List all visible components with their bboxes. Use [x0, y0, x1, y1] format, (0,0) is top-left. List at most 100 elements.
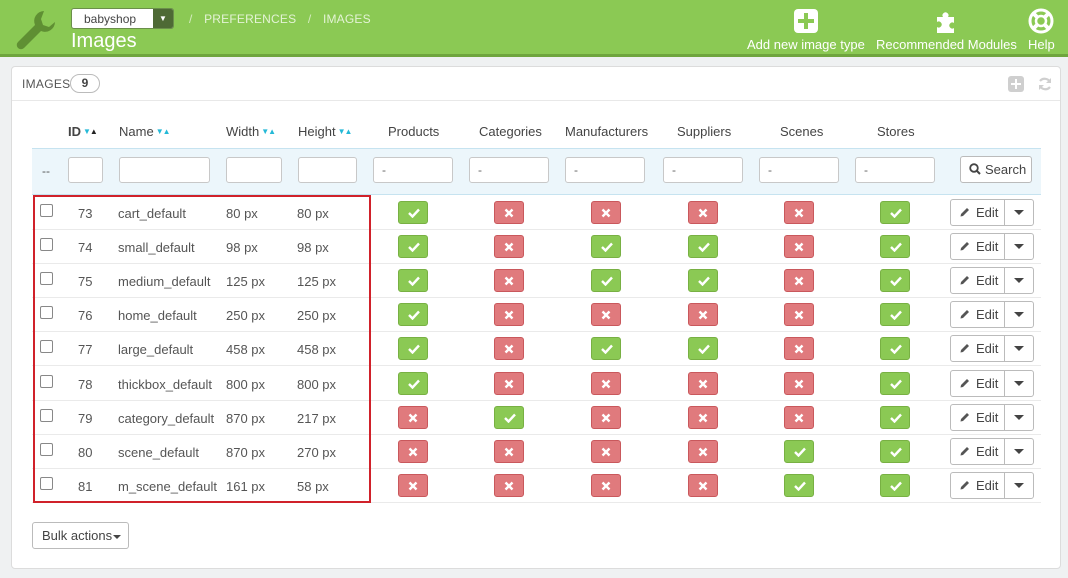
edit-button[interactable]: Edit	[951, 302, 1005, 328]
stores-enabled-icon[interactable]	[880, 269, 910, 293]
row-actions-dropdown[interactable]	[1005, 405, 1033, 430]
products-disabled-icon[interactable]	[398, 405, 428, 429]
edit-button[interactable]: Edit	[951, 438, 1005, 464]
products-enabled-icon[interactable]	[398, 337, 428, 361]
column-header-id[interactable]: ID ▼▲	[68, 124, 98, 139]
manufacturers-enabled-icon[interactable]	[591, 269, 621, 293]
products-enabled-icon[interactable]	[398, 371, 428, 395]
row-checkbox[interactable]	[40, 204, 53, 217]
add-new-image-type-button[interactable]: Add new image type	[747, 8, 865, 52]
manufacturers-disabled-icon[interactable]	[591, 303, 621, 327]
edit-button[interactable]: Edit	[951, 472, 1005, 498]
suppliers-disabled-icon[interactable]	[688, 201, 718, 224]
categories-disabled-icon[interactable]	[494, 473, 524, 497]
shop-select[interactable]: babyshop ▼	[71, 8, 174, 29]
scenes-enabled-icon[interactable]	[784, 439, 814, 463]
filter-width-input[interactable]	[226, 157, 282, 183]
row-checkbox[interactable]	[40, 272, 53, 286]
categories-disabled-icon[interactable]	[494, 371, 524, 395]
filter-height-input[interactable]	[298, 157, 357, 183]
add-new-icon[interactable]	[1008, 76, 1024, 92]
stores-enabled-icon[interactable]	[880, 473, 910, 497]
row-checkbox[interactable]	[40, 340, 53, 354]
categories-disabled-icon[interactable]	[494, 201, 524, 224]
suppliers-enabled-icon[interactable]	[688, 269, 718, 293]
filter-scenes-select[interactable]: -	[759, 157, 839, 183]
manufacturers-enabled-icon[interactable]	[591, 235, 621, 259]
manufacturers-disabled-icon[interactable]	[591, 473, 621, 497]
edit-button[interactable]: Edit	[951, 404, 1005, 430]
scenes-disabled-icon[interactable]	[784, 269, 814, 293]
suppliers-disabled-icon[interactable]	[688, 473, 718, 497]
stores-enabled-icon[interactable]	[880, 439, 910, 463]
scenes-disabled-icon[interactable]	[784, 235, 814, 259]
bulk-actions-button[interactable]: Bulk actions	[32, 522, 129, 549]
sort-arrows-icon[interactable]: ▼▲	[83, 127, 98, 136]
stores-enabled-icon[interactable]	[880, 371, 910, 395]
help-button[interactable]: Help	[1028, 8, 1055, 52]
categories-disabled-icon[interactable]	[494, 235, 524, 259]
row-checkbox[interactable]	[40, 374, 53, 388]
row-actions-dropdown[interactable]	[1005, 439, 1033, 464]
row-actions-dropdown[interactable]	[1005, 302, 1033, 327]
refresh-icon[interactable]	[1037, 76, 1053, 92]
row-actions-dropdown[interactable]	[1005, 336, 1033, 361]
search-button[interactable]: Search	[960, 156, 1032, 183]
categories-disabled-icon[interactable]	[494, 303, 524, 327]
scenes-disabled-icon[interactable]	[784, 303, 814, 327]
filter-name-input[interactable]	[119, 157, 210, 183]
categories-enabled-icon[interactable]	[494, 405, 524, 429]
suppliers-disabled-icon[interactable]	[688, 371, 718, 395]
sort-arrows-icon[interactable]: ▼▲	[261, 127, 276, 136]
manufacturers-disabled-icon[interactable]	[591, 405, 621, 429]
row-actions-dropdown[interactable]	[1005, 371, 1033, 396]
products-enabled-icon[interactable]	[398, 303, 428, 327]
column-header-width[interactable]: Width ▼▲	[226, 124, 276, 139]
column-header-height[interactable]: Height ▼▲	[298, 124, 353, 139]
manufacturers-disabled-icon[interactable]	[591, 201, 621, 224]
products-enabled-icon[interactable]	[398, 235, 428, 259]
stores-enabled-icon[interactable]	[880, 201, 910, 224]
suppliers-enabled-icon[interactable]	[688, 337, 718, 361]
sort-arrows-icon[interactable]: ▼▲	[156, 127, 171, 136]
edit-button[interactable]: Edit	[951, 336, 1005, 362]
suppliers-disabled-icon[interactable]	[688, 405, 718, 429]
products-enabled-icon[interactable]	[398, 201, 428, 224]
stores-enabled-icon[interactable]	[880, 405, 910, 429]
row-actions-dropdown[interactable]	[1005, 268, 1033, 293]
edit-button[interactable]: Edit	[951, 200, 1005, 225]
filter-categories-select[interactable]: -	[469, 157, 549, 183]
row-checkbox[interactable]	[40, 238, 53, 252]
row-checkbox[interactable]	[40, 306, 53, 320]
categories-disabled-icon[interactable]	[494, 439, 524, 463]
edit-button[interactable]: Edit	[951, 234, 1005, 260]
row-actions-dropdown[interactable]	[1005, 200, 1033, 225]
row-checkbox[interactable]	[40, 442, 53, 456]
stores-enabled-icon[interactable]	[880, 235, 910, 259]
filter-suppliers-select[interactable]: -	[663, 157, 743, 183]
manufacturers-enabled-icon[interactable]	[591, 337, 621, 361]
scenes-disabled-icon[interactable]	[784, 337, 814, 361]
stores-enabled-icon[interactable]	[880, 303, 910, 327]
edit-button[interactable]: Edit	[951, 370, 1005, 396]
sort-arrows-icon[interactable]: ▼▲	[338, 127, 353, 136]
scenes-disabled-icon[interactable]	[784, 405, 814, 429]
products-disabled-icon[interactable]	[398, 439, 428, 463]
row-checkbox[interactable]	[40, 408, 53, 422]
manufacturers-disabled-icon[interactable]	[591, 371, 621, 395]
breadcrumb-item-images[interactable]: IMAGES	[323, 12, 371, 26]
scenes-disabled-icon[interactable]	[784, 371, 814, 395]
scenes-enabled-icon[interactable]	[784, 473, 814, 497]
breadcrumb-item-preferences[interactable]: PREFERENCES	[204, 12, 296, 26]
row-actions-dropdown[interactable]	[1005, 473, 1033, 498]
categories-disabled-icon[interactable]	[494, 337, 524, 361]
suppliers-disabled-icon[interactable]	[688, 439, 718, 463]
filter-manufacturers-select[interactable]: -	[565, 157, 645, 183]
stores-enabled-icon[interactable]	[880, 337, 910, 361]
edit-button[interactable]: Edit	[951, 268, 1005, 294]
filter-stores-select[interactable]: -	[855, 157, 935, 183]
products-disabled-icon[interactable]	[398, 473, 428, 497]
suppliers-enabled-icon[interactable]	[688, 235, 718, 259]
row-actions-dropdown[interactable]	[1005, 234, 1033, 259]
categories-disabled-icon[interactable]	[494, 269, 524, 293]
